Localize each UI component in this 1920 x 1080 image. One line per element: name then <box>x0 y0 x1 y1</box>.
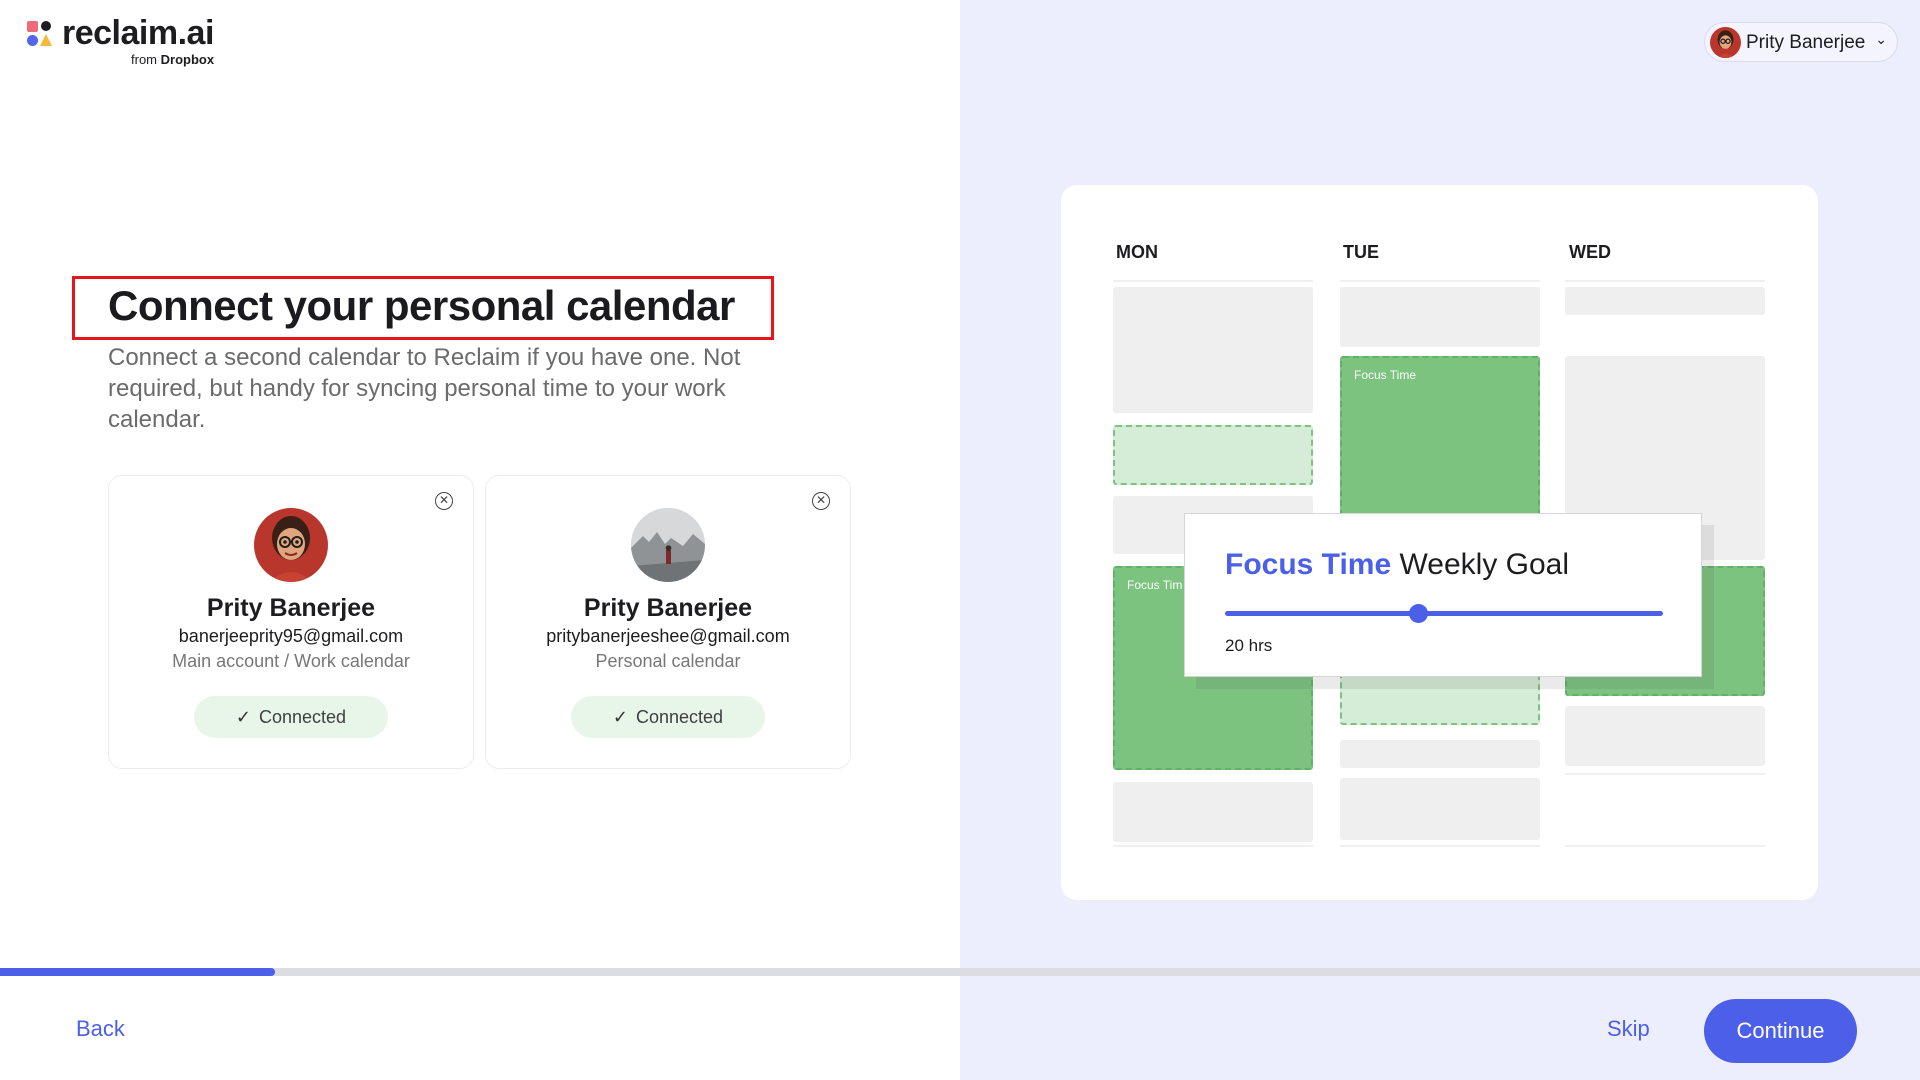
status-label: Connected <box>259 707 347 727</box>
goal-value: 20 hrs <box>1225 636 1273 655</box>
status-label: Connected <box>636 707 724 727</box>
back-button[interactable]: Back <box>76 1016 125 1042</box>
focus-time-placeholder <box>1113 425 1313 485</box>
column-divider <box>1565 280 1765 282</box>
account-role: Main account / Work calendar <box>172 651 410 671</box>
reclaim-logo-icon <box>26 18 56 48</box>
progress-fill <box>0 968 275 976</box>
right-panel: Skip Continue Prity Banerjee ⌄ MON TUE W… <box>960 0 1920 1080</box>
account-email: banerjeeprity95@gmail.com <box>178 626 404 646</box>
reclaim-logo[interactable]: reclaim.ai from Dropbox <box>26 14 236 70</box>
page-title: Connect your personal calendar <box>108 282 735 329</box>
chevron-down-icon: ⌄ <box>1875 31 1887 47</box>
calendar-block <box>1340 740 1540 768</box>
calendar-block <box>1565 287 1765 315</box>
column-divider <box>1113 280 1313 282</box>
continue-button[interactable]: Continue <box>1704 999 1857 1063</box>
calendar-block <box>1565 706 1765 766</box>
column-divider <box>1340 845 1540 847</box>
avatar <box>1710 27 1741 58</box>
account-name: Prity Banerjee <box>206 594 376 622</box>
account-role: Personal calendar <box>595 651 741 671</box>
check-icon: ✓ <box>235 707 251 727</box>
onboarding-progress-bar <box>0 968 1920 976</box>
brand-subline: from Dropbox <box>131 52 214 67</box>
goal-title-rest: Weekly Goal <box>1399 548 1570 581</box>
focus-time-label: Focus Time <box>1354 368 1417 382</box>
column-divider <box>1565 845 1765 847</box>
account-card-personal: ✕ Prity Banerjee pritybanerjeeshee@gmail… <box>485 475 851 769</box>
goal-slider[interactable] <box>1225 604 1663 623</box>
brand-sub-brand: Dropbox <box>160 52 215 67</box>
column-divider <box>1340 280 1540 282</box>
connected-status-badge: ✓ Connected <box>194 696 388 738</box>
column-divider <box>1113 845 1313 847</box>
left-panel: reclaim.ai from Dropbox Connect your per… <box>0 0 960 1080</box>
connected-status-badge: ✓ Connected <box>571 696 765 738</box>
focus-time-label: Focus Tim <box>1127 578 1183 592</box>
account-email: pritybanerjeeshee@gmail.com <box>546 626 790 646</box>
brand-sub-prefix: from <box>131 52 157 67</box>
avatar <box>254 508 328 582</box>
focus-time-goal-card: Focus Time Weekly Goal 20 hrs <box>1184 513 1702 677</box>
slider-thumb[interactable] <box>1408 604 1428 623</box>
check-icon: ✓ <box>612 707 628 727</box>
close-circle-icon[interactable]: ✕ <box>435 492 453 510</box>
user-menu[interactable]: Prity Banerjee ⌄ <box>1704 22 1898 62</box>
day-label-wed: WED <box>1569 242 1611 262</box>
goal-title: Focus Time Weekly Goal <box>1225 548 1569 582</box>
focus-time-event: Focus Time <box>1340 356 1540 520</box>
calendar-block <box>1113 782 1313 842</box>
day-label-mon: MON <box>1116 242 1158 262</box>
account-card-main: ✕ Prity Banerjee banerjeeprity95@gmail.c… <box>108 475 474 769</box>
avatar <box>631 508 705 582</box>
brand-name: reclaim.ai <box>62 14 214 52</box>
skip-button[interactable]: Skip <box>1607 1016 1650 1042</box>
calendar-illustration: MON TUE WED Focus Tim Focus Time Focus T… <box>1061 185 1818 900</box>
account-name: Prity Banerjee <box>583 594 753 622</box>
calendar-block <box>1113 287 1313 413</box>
goal-title-accent: Focus Time <box>1225 548 1392 581</box>
day-label-tue: TUE <box>1343 242 1379 262</box>
close-circle-icon[interactable]: ✕ <box>812 492 830 510</box>
page-subtitle: Connect a second calendar to Reclaim if … <box>108 344 741 433</box>
user-menu-name: Prity Banerjee <box>1746 32 1866 53</box>
calendar-block <box>1340 778 1540 840</box>
column-divider <box>1565 773 1765 775</box>
calendar-block <box>1340 287 1540 347</box>
